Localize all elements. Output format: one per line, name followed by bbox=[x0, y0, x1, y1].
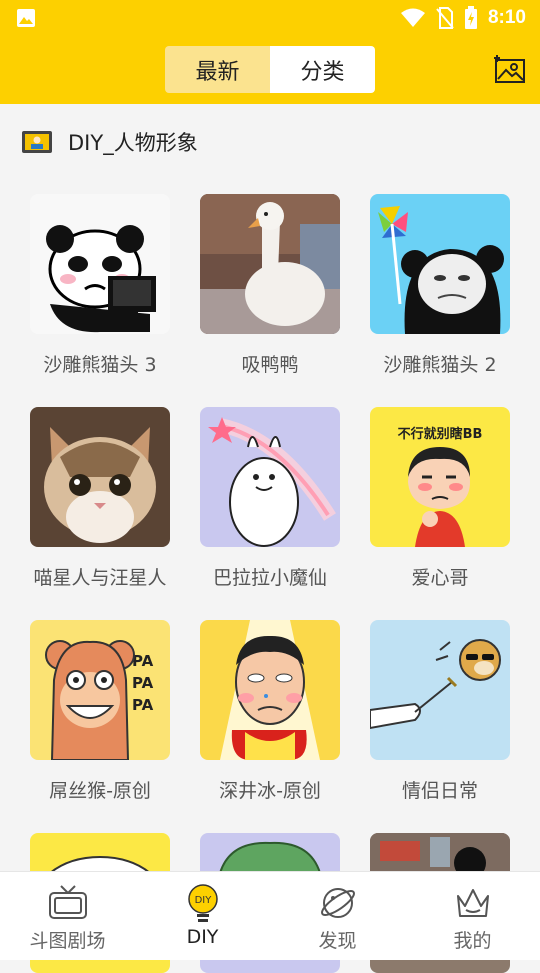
tab-category[interactable]: 分类 bbox=[270, 46, 375, 93]
thumbnail-panda-pinwheel bbox=[370, 194, 510, 334]
grid-item[interactable]: 沙雕熊猫头 2 bbox=[370, 194, 510, 376]
tab-label: DIY bbox=[186, 926, 219, 948]
crown-icon bbox=[456, 889, 489, 917]
item-label: 屌丝猴-原创 bbox=[49, 780, 151, 802]
item-label: 喵星人与汪星人 bbox=[33, 567, 167, 589]
grid-item[interactable]: 深井冰-原创 bbox=[200, 620, 340, 802]
thumbnail-duck bbox=[200, 194, 340, 334]
status-bar: 8:10 bbox=[0, 0, 540, 36]
section-header: DIY_人物形象 bbox=[0, 120, 540, 164]
tab-theater[interactable]: 斗图剧场 bbox=[0, 872, 135, 960]
no-sim-icon bbox=[436, 7, 454, 29]
grid-item[interactable]: 沙雕熊猫头 3 bbox=[30, 194, 170, 376]
grid-item[interactable]: 吸鸭鸭 bbox=[200, 194, 340, 376]
gallery-notification-icon bbox=[17, 9, 35, 27]
thumbnail-shenjingbing bbox=[200, 620, 340, 760]
segmented-tabs: 最新 分类 bbox=[165, 46, 375, 93]
thumbnail-couple-daily bbox=[370, 620, 510, 760]
section-title: DIY_人物形象 bbox=[68, 131, 198, 155]
image-upload-icon[interactable] bbox=[492, 54, 526, 86]
grid-item[interactable]: PA PA PA 屌丝猴-原创 bbox=[30, 620, 170, 802]
grid-item[interactable]: 喵星人与汪星人 bbox=[30, 407, 170, 589]
thumbnail-monkey: PA PA PA bbox=[30, 620, 170, 760]
id-card-icon bbox=[22, 131, 52, 153]
grid-item[interactable]: 情侣日常 bbox=[370, 620, 510, 802]
item-label: 巴拉拉小魔仙 bbox=[212, 567, 327, 589]
clock: 8:10 bbox=[487, 7, 526, 28]
grid-item[interactable]: 巴拉拉小魔仙 bbox=[200, 407, 340, 589]
thumbnail-panda-computer bbox=[30, 194, 170, 334]
bottom-tab-bar: 斗图剧场 DIY DIY 发现 我的 bbox=[0, 871, 540, 960]
top-toolbar: 最新 分类 bbox=[0, 36, 540, 104]
diy-bulb-icon: DIY bbox=[187, 884, 218, 922]
item-label: 情侣日常 bbox=[401, 780, 478, 802]
tab-mine[interactable]: 我的 bbox=[405, 872, 540, 960]
thumbnail-cat bbox=[30, 407, 170, 547]
thumbnail-aixinge: 不行就别瞎BB bbox=[370, 407, 510, 547]
planet-icon bbox=[320, 888, 355, 918]
item-label: 吸鸭鸭 bbox=[241, 354, 299, 376]
item-label: 沙雕熊猫头 2 bbox=[383, 354, 497, 376]
battery-charging-icon bbox=[464, 6, 477, 29]
tab-label: 斗图剧场 bbox=[29, 930, 106, 952]
tab-latest[interactable]: 最新 bbox=[165, 46, 270, 93]
wifi-icon bbox=[400, 8, 425, 27]
grid-item[interactable]: 不行就别瞎BB 爱心哥 bbox=[370, 407, 510, 589]
svg-text:DIY: DIY bbox=[194, 895, 212, 906]
item-label: 深井冰-原创 bbox=[219, 780, 321, 802]
tab-label: 我的 bbox=[453, 930, 492, 952]
tab-label: 发现 bbox=[318, 930, 357, 952]
item-label: 沙雕熊猫头 3 bbox=[43, 354, 157, 376]
tv-icon bbox=[48, 885, 87, 919]
item-label: 爱心哥 bbox=[411, 567, 469, 589]
tab-discover[interactable]: 发现 bbox=[270, 872, 405, 960]
tab-diy[interactable]: DIY DIY bbox=[135, 872, 270, 960]
thumbnail-magic-rabbit bbox=[200, 407, 340, 547]
